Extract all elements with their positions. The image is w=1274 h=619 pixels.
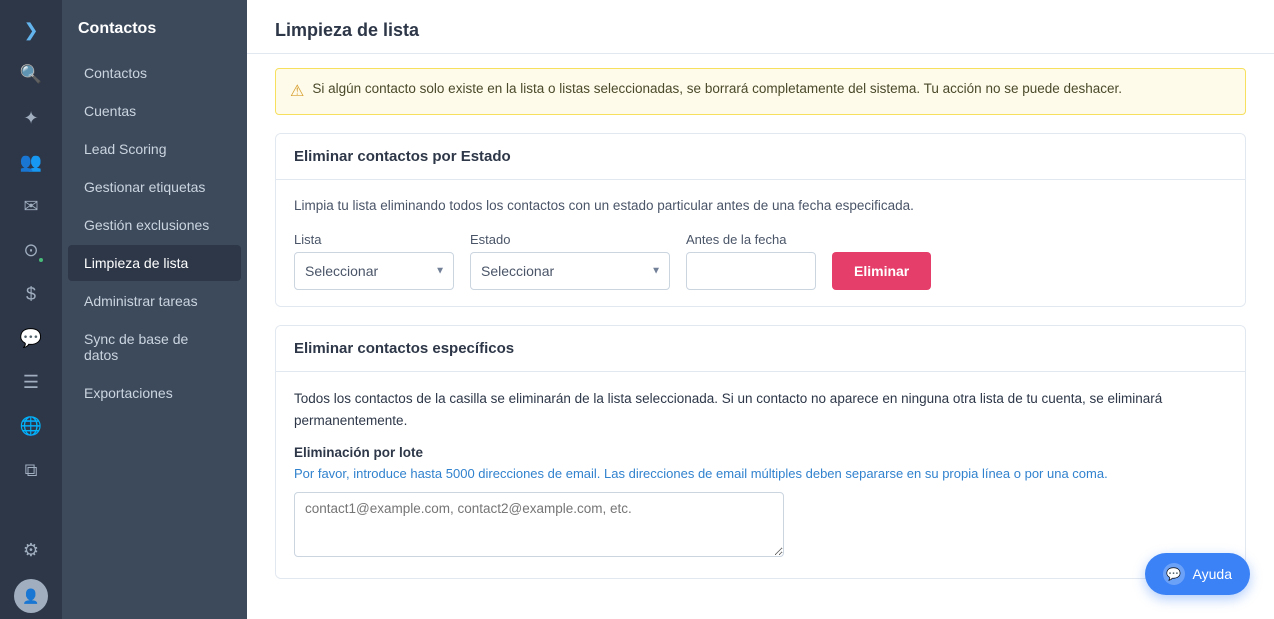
sidebar-item-gestion-exclusiones[interactable]: Gestión exclusiones [68, 207, 241, 243]
avatar[interactable]: 👤 [14, 579, 48, 613]
sidebar: Contactos Contactos Cuentas Lead Scoring… [62, 0, 247, 619]
main-content: Limpieza de lista ⚠ Si algún contacto so… [247, 0, 1274, 619]
fecha-input[interactable]: 07/07/2021 [686, 252, 816, 290]
sidebar-item-limpieza-lista[interactable]: Limpieza de lista [68, 245, 241, 281]
sidebar-item-gestionar-etiquetas[interactable]: Gestionar etiquetas [68, 169, 241, 205]
help-label: Ayuda [1193, 566, 1232, 582]
warning-icon: ⚠ [290, 80, 304, 104]
batch-textarea[interactable] [294, 492, 784, 557]
globe-icon[interactable]: 🌐 [11, 406, 51, 446]
help-circle-icon: 💬 [1163, 563, 1185, 585]
estado-select[interactable]: Seleccionar [470, 252, 670, 290]
section2-body: Todos los contactos de la casilla se eli… [276, 372, 1245, 578]
person-dot-icon[interactable]: ⊙ [11, 230, 51, 270]
sidebar-item-cuentas[interactable]: Cuentas [68, 93, 241, 129]
star-icon[interactable]: ✦ [11, 98, 51, 138]
estado-group: Estado Seleccionar [470, 232, 670, 290]
sidebar-title: Contactos [62, 10, 247, 54]
section2-desc: Todos los contactos de la casilla se eli… [294, 388, 1227, 431]
settings-icon[interactable]: ⚙ [11, 535, 51, 575]
batch-hint: Por favor, introduce hasta 5000 direccio… [294, 464, 1227, 484]
page-header: Limpieza de lista [247, 0, 1274, 54]
chevron-right-icon[interactable]: ❯ [11, 10, 51, 50]
dollar-icon[interactable]: $ [11, 274, 51, 314]
section-eliminar-especificos: Eliminar contactos específicos Todos los… [275, 325, 1246, 579]
section1-body: Limpia tu lista eliminando todos los con… [276, 180, 1245, 306]
sidebar-item-exportaciones[interactable]: Exportaciones [68, 375, 241, 411]
estado-select-wrapper: Seleccionar [470, 252, 670, 290]
warning-banner: ⚠ Si algún contacto solo existe en la li… [275, 68, 1246, 115]
sidebar-item-sync-bd[interactable]: Sync de base de datos [68, 321, 241, 373]
page-title: Limpieza de lista [275, 20, 1246, 41]
sidebar-item-administrar-tareas[interactable]: Administrar tareas [68, 283, 241, 319]
icon-rail: ❯ 🔍 ✦ 👥 ✉ ⊙ $ 💬 ☰ 🌐 ⧉ ⚙ 👤 [0, 0, 62, 619]
section-eliminar-por-estado: Eliminar contactos por Estado Limpia tu … [275, 133, 1246, 307]
users-icon[interactable]: 👥 [11, 142, 51, 182]
batch-label: Eliminación por lote [294, 445, 1227, 460]
list-icon[interactable]: ☰ [11, 362, 51, 402]
lista-select[interactable]: Seleccionar [294, 252, 454, 290]
sidebar-item-contactos[interactable]: Contactos [68, 55, 241, 91]
section1-header: Eliminar contactos por Estado [276, 134, 1245, 180]
lista-select-wrapper: Seleccionar [294, 252, 454, 290]
warning-text: Si algún contacto solo existe en la list… [312, 79, 1122, 99]
fecha-group: Antes de la fecha 07/07/2021 [686, 232, 816, 290]
fecha-label: Antes de la fecha [686, 232, 816, 247]
search-icon[interactable]: 🔍 [11, 54, 51, 94]
section1-form-row: Lista Seleccionar Estado Seleccionar [294, 232, 1227, 290]
section2-header: Eliminar contactos específicos [276, 326, 1245, 372]
copy-icon[interactable]: ⧉ [11, 450, 51, 490]
email-icon[interactable]: ✉ [11, 186, 51, 226]
eliminar-button[interactable]: Eliminar [832, 252, 931, 290]
section1-desc: Limpia tu lista eliminando todos los con… [294, 196, 1227, 216]
chat-icon[interactable]: 💬 [11, 318, 51, 358]
lista-group: Lista Seleccionar [294, 232, 454, 290]
help-button[interactable]: 💬 Ayuda [1145, 553, 1250, 595]
sidebar-item-lead-scoring[interactable]: Lead Scoring [68, 131, 241, 167]
lista-label: Lista [294, 232, 454, 247]
estado-label: Estado [470, 232, 670, 247]
